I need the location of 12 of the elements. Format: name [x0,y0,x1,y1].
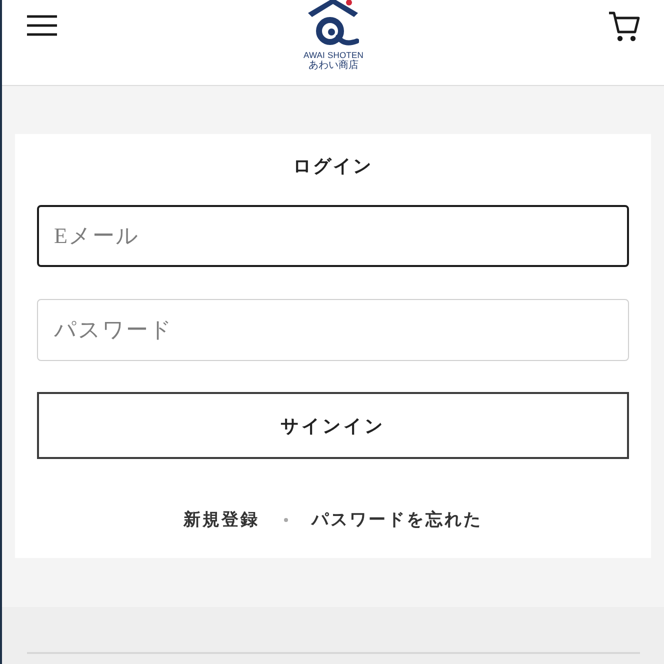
cart-icon[interactable] [608,10,640,42]
brand-name: AWAI SHOTEN [304,50,364,60]
sign-in-button[interactable]: サインイン [37,392,629,459]
forgot-password-link[interactable]: パスワードを忘れた [312,508,482,532]
password-field[interactable]: パスワード [37,299,629,361]
separator-dot-icon [284,518,288,522]
logo-icon[interactable] [307,0,360,48]
menu-icon[interactable] [27,15,57,36]
login-title: ログイン [292,155,374,178]
email-field[interactable]: Eメール [37,205,629,267]
brand-subtitle: あわい商店 [308,60,358,71]
register-link[interactable]: 新規登録 [184,508,260,532]
